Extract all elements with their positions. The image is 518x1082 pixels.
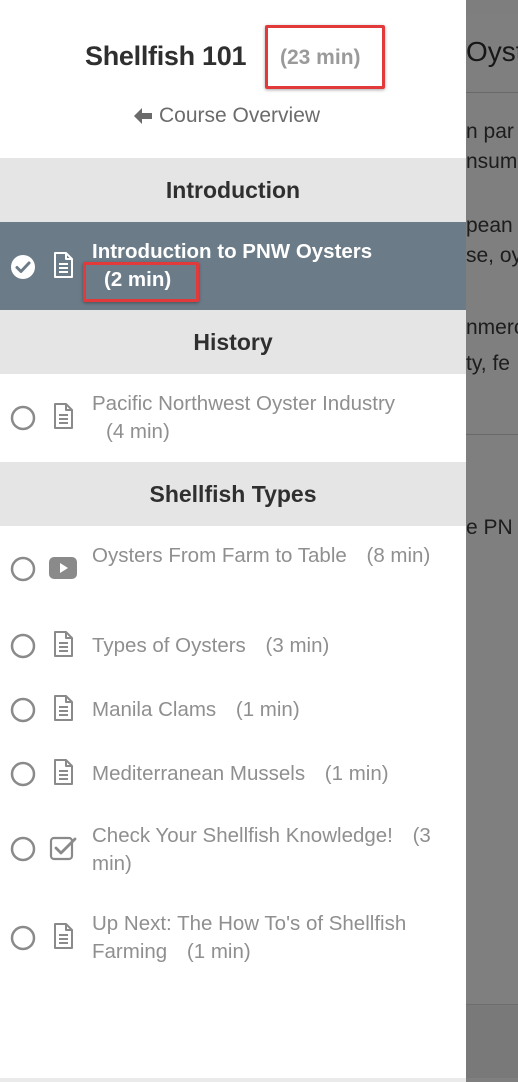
section-header-shellfish-types: Shellfish Types [0,462,466,526]
course-overview-label: Course Overview [159,104,321,127]
lesson-item[interactable]: Introduction to PNW Oysters (2 min) [0,222,466,310]
lesson-item[interactable]: Pacific Northwest Oyster Industry (4 min… [0,374,466,462]
lesson-title: Oysters From Farm to Table [92,544,347,567]
check-circle-icon [11,255,35,279]
lesson-label: Mediterranean Mussels (1 min) [92,760,432,788]
checkbox-icon [49,836,77,861]
lesson-item[interactable]: Up Next: The How To's of Shellfish Farmi… [0,896,466,984]
video-icon [49,557,77,579]
section-header-introduction: Introduction [0,158,466,222]
empty-circle-icon [10,836,36,862]
empty-circle-icon [10,633,36,659]
document-icon [54,923,73,949]
lesson-label: Oysters From Farm to Table (8 min) [92,542,432,570]
lesson-label: Pacific Northwest Oyster Industry (4 min… [92,390,432,446]
lesson-duration: (1 min) [235,698,300,721]
lesson-item[interactable]: Types of Oysters (3 min) [0,616,466,678]
lesson-title: Check Your Shellfish Knowledge! [92,824,393,847]
arrow-left-icon [134,108,152,124]
lesson-title: Pacific Northwest Oyster Industry [92,392,396,415]
course-sidebar: Shellfish 101 (23 min) Course Overview I… [0,0,466,1082]
lesson-title: Mediterranean Mussels [92,762,306,785]
document-icon [54,403,73,429]
lesson-item[interactable]: Check Your Shellfish Knowledge! (3 min) [0,808,466,896]
document-icon [54,252,73,278]
empty-circle-icon [10,556,36,582]
empty-circle-icon [10,925,36,951]
lesson-label: Up Next: The How To's of Shellfish Farmi… [92,910,432,966]
document-icon [54,759,73,785]
lesson-title: Types of Oysters [92,634,246,657]
lesson-item[interactable]: Oysters From Farm to Table (8 min) [0,526,466,616]
sidebar-bottom-edge [0,1078,466,1082]
empty-circle-icon [10,697,36,723]
lesson-title: Manila Clams [92,698,217,721]
lesson-label: Manila Clams (1 min) [92,696,432,724]
document-icon [54,631,73,657]
highlight-box [265,25,385,89]
course-overview-link[interactable]: Course Overview [133,104,320,128]
lesson-duration: (8 min) [366,544,431,567]
empty-circle-icon [10,405,36,431]
lesson-duration: (1 min) [324,762,389,785]
lesson-item[interactable]: Manila Clams (1 min) [0,680,466,742]
lesson-label: Check Your Shellfish Knowledge! (3 min) [92,822,432,878]
lesson-label: Types of Oysters (3 min) [92,632,432,660]
highlight-box [83,262,199,302]
lesson-title: Introduction to PNW Oysters [92,240,373,263]
lesson-duration: (1 min) [186,940,251,963]
lesson-item[interactable]: Mediterranean Mussels (1 min) [0,744,466,806]
lesson-duration: (3 min) [265,634,330,657]
lesson-duration: (4 min) [106,420,170,443]
section-header-history: History [0,310,466,374]
course-title: Shellfish 101 [85,41,247,71]
document-icon [54,695,73,721]
empty-circle-icon [10,761,36,787]
